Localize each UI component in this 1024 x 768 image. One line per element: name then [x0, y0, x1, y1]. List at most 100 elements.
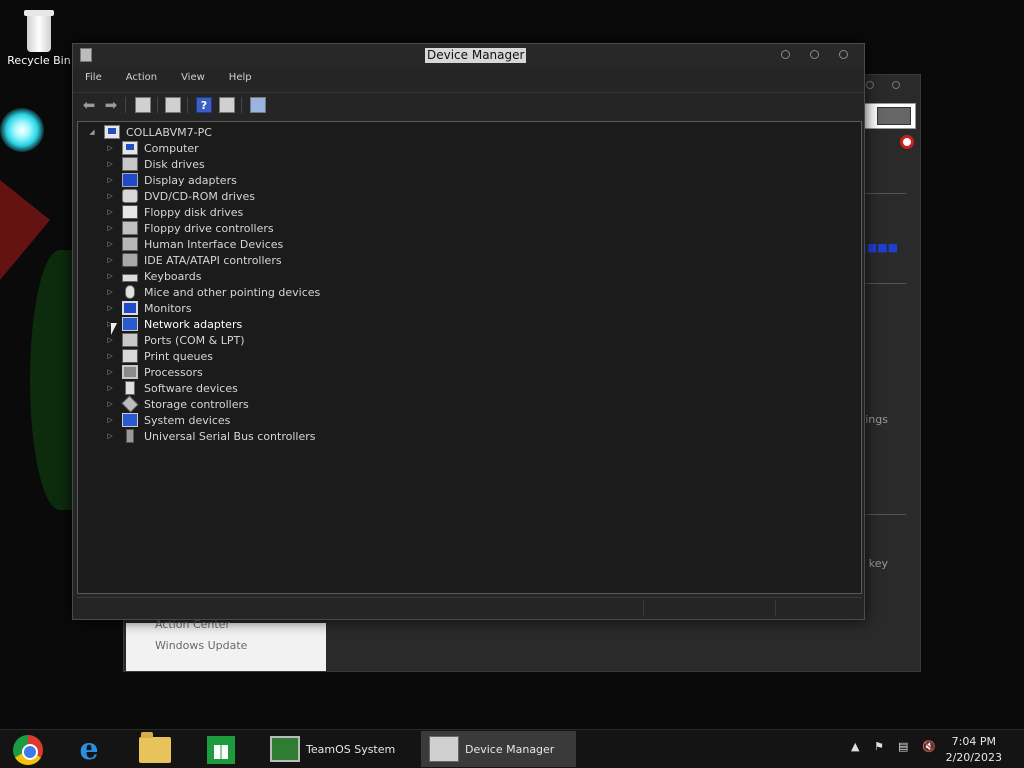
expand-icon[interactable]: ▷ — [104, 192, 116, 200]
printer-icon — [122, 349, 138, 363]
expand-icon[interactable]: ▷ — [104, 336, 116, 344]
menu-file[interactable]: File — [73, 69, 114, 89]
expand-icon[interactable]: ▷ — [104, 368, 116, 376]
recycle-bin-label: Recycle Bin — [7, 54, 71, 67]
clock-time: 7:04 PM — [951, 735, 996, 748]
close-icon[interactable] — [892, 81, 900, 89]
forward-arrow-icon[interactable]: ➡ — [103, 97, 119, 113]
expand-icon[interactable]: ▷ — [104, 256, 116, 264]
volume-muted-icon[interactable]: 🔇 — [922, 740, 936, 756]
expand-icon[interactable]: ▷ — [104, 416, 116, 424]
show-hidden-icons-chevron-icon[interactable]: ▲ — [851, 740, 859, 756]
expand-icon[interactable]: ▷ — [104, 272, 116, 280]
internet-explorer-icon: e — [79, 732, 99, 767]
network-adapter-icon — [122, 317, 138, 331]
maximize-icon[interactable] — [866, 81, 874, 89]
taskbar-task-teamos-system[interactable]: TeamOS System — [262, 731, 417, 767]
tree-item-dvd-drives[interactable]: ▷ DVD/CD-ROM drives — [104, 188, 255, 204]
floppy-disk-icon — [122, 205, 138, 219]
network-icon[interactable]: ▤ — [898, 740, 908, 756]
menu-help[interactable]: Help — [217, 69, 264, 89]
clock[interactable]: 7:04 PM 2/20/2023 — [946, 734, 1002, 766]
taskbar-pin-store[interactable] — [193, 733, 249, 767]
taskbar-pin-ie[interactable]: e — [61, 733, 117, 767]
maximize-icon[interactable] — [810, 50, 819, 59]
taskbar-task-device-manager[interactable]: Device Manager — [421, 731, 576, 767]
tree-item-processors[interactable]: ▷ Processors — [104, 364, 203, 380]
expand-icon[interactable]: ▷ — [104, 160, 116, 168]
expand-icon[interactable]: ▷ — [104, 240, 116, 248]
minimize-icon[interactable] — [781, 50, 790, 59]
tree-item-label: Processors — [144, 365, 203, 379]
task-label: Device Manager — [465, 742, 555, 756]
taskbar-pin-chrome[interactable] — [0, 733, 56, 767]
expand-icon[interactable]: ▷ — [104, 400, 116, 408]
tree-item-label: Universal Serial Bus controllers — [144, 429, 316, 443]
tree-item-floppy-controllers[interactable]: ▷ Floppy drive controllers — [104, 220, 274, 236]
tree-item-usb-controllers[interactable]: ▷ Universal Serial Bus controllers — [104, 428, 315, 444]
expand-icon[interactable]: ▷ — [104, 432, 116, 440]
tree-item-label: Storage controllers — [144, 397, 249, 411]
system-device-icon — [122, 413, 138, 427]
collapse-icon[interactable]: ◢ — [86, 128, 98, 136]
tree-item-ide-controllers[interactable]: ▷ IDE ATA/ATAPI controllers — [104, 252, 282, 268]
tree-item-label: Network adapters — [144, 317, 243, 331]
expand-icon[interactable]: ▷ — [104, 288, 116, 296]
device-manager-window[interactable]: Device Manager File Action View Help ⬅ ➡… — [72, 43, 865, 620]
file-explorer-icon — [139, 732, 171, 763]
tree-item-disk-drives[interactable]: ▷ Disk drives — [104, 156, 205, 172]
show-hide-console-tree-icon[interactable] — [135, 97, 151, 113]
divider — [860, 283, 906, 284]
tree-item-system-devices[interactable]: ▷ System devices — [104, 412, 230, 428]
tree-item-storage-controllers[interactable]: ▷ Storage controllers — [104, 395, 249, 413]
tree-item-software-devices[interactable]: ▷ Software devices — [104, 380, 238, 396]
computer-root-icon — [104, 125, 120, 139]
tree-item-network-adapters[interactable]: ▷ Network adapters — [104, 316, 242, 332]
device-manager-icon — [429, 736, 459, 762]
tree-item-print-queues[interactable]: ▷ Print queues — [104, 348, 213, 364]
tree-item-monitors[interactable]: ▷ Monitors — [104, 300, 192, 316]
tree-item-hid[interactable]: ▷ Human Interface Devices — [104, 236, 283, 252]
tree-item-label: Human Interface Devices — [144, 237, 284, 251]
menu-bar: File Action View Help — [73, 69, 264, 89]
action-center-flag-icon[interactable]: ⚑ — [874, 740, 884, 756]
tree-item-mice[interactable]: ▷ Mice and other pointing devices — [104, 284, 320, 300]
device-tree[interactable]: ◢ COLLABVM7-PC ▷ Computer ▷ Disk drives … — [77, 121, 862, 594]
port-icon — [122, 333, 138, 347]
task-label: TeamOS System — [306, 742, 396, 756]
help-icon[interactable]: ? — [196, 97, 212, 113]
device-manager-app-icon — [80, 48, 92, 62]
tree-item-floppy-disk-drives[interactable]: ▷ Floppy disk drives — [104, 204, 243, 220]
search-icon[interactable] — [877, 107, 911, 125]
tree-item-display-adapters[interactable]: ▷ Display adapters — [104, 172, 237, 188]
close-icon[interactable] — [839, 50, 848, 59]
scan-hardware-icon[interactable] — [250, 97, 266, 113]
expand-icon[interactable]: ▷ — [104, 352, 116, 360]
tree-item-keyboards[interactable]: ▷ Keyboards — [104, 268, 201, 284]
expand-icon[interactable]: ▷ — [104, 144, 116, 152]
export-list-icon[interactable] — [219, 97, 235, 113]
help-lifebuoy-icon[interactable] — [900, 135, 914, 149]
tree-root-node[interactable]: ◢ COLLABVM7-PC — [86, 124, 212, 140]
expand-icon[interactable]: ▷ — [104, 224, 116, 232]
tree-item-label: Software devices — [144, 381, 238, 395]
title-bar[interactable]: Device Manager — [73, 44, 864, 68]
search-box[interactable] — [862, 103, 916, 129]
expand-icon[interactable]: ▷ — [104, 384, 116, 392]
menu-action[interactable]: Action — [114, 69, 169, 89]
expand-icon[interactable]: ▷ — [104, 304, 116, 312]
expand-icon[interactable]: ▷ — [104, 176, 116, 184]
taskbar-pin-explorer[interactable] — [127, 732, 183, 767]
windows-update-link[interactable]: Windows Update — [155, 639, 247, 652]
expand-icon[interactable]: ▷ — [104, 208, 116, 216]
tree-item-ports[interactable]: ▷ Ports (COM & LPT) — [104, 332, 245, 348]
window-title: Device Manager — [425, 48, 527, 63]
mouse-cursor-icon — [111, 323, 117, 335]
back-arrow-icon[interactable]: ⬅ — [81, 97, 97, 113]
menu-view[interactable]: View — [169, 69, 217, 89]
properties-icon[interactable] — [165, 97, 181, 113]
tree-item-label: Display adapters — [144, 173, 237, 187]
recycle-bin-shortcut[interactable]: Recycle Bin — [6, 6, 72, 67]
divider — [860, 193, 906, 194]
tree-item-computer[interactable]: ▷ Computer — [104, 140, 199, 156]
